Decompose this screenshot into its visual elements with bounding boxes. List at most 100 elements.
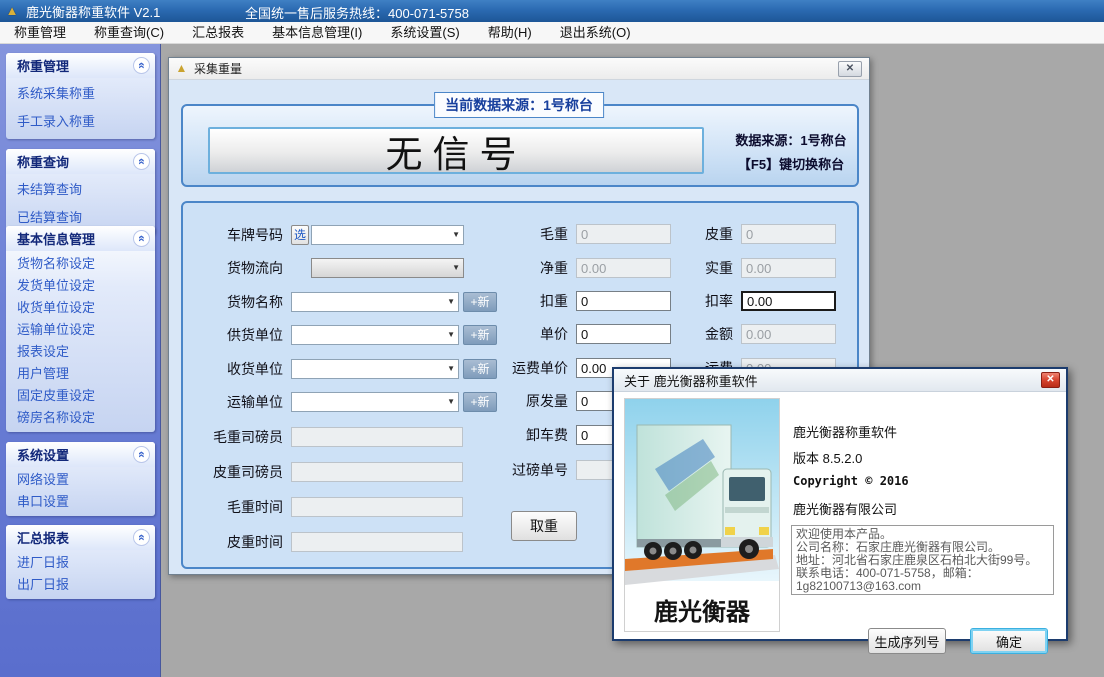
dialog-titlebar[interactable]: 关于 鹿光衡器称重软件 ✕ xyxy=(614,369,1066,392)
collapse-icon[interactable]: « xyxy=(133,153,150,170)
chevron-down-icon: ▼ xyxy=(447,330,455,339)
chevron-down-icon: ▼ xyxy=(452,263,460,272)
sidebar-item-inbound-daily[interactable]: 进厂日报 xyxy=(6,550,155,572)
ticket-number-label: 过磅单号 xyxy=(483,460,568,480)
tare-operator-field[interactable] xyxy=(291,462,463,482)
tare-operator-label: 皮重司磅员 xyxy=(183,462,283,482)
sidebar-item-unsettled-query[interactable]: 未结算查询 xyxy=(6,174,155,202)
original-qty-label: 原发量 xyxy=(483,391,568,411)
cargo-direction-row: 货物流向 ▼ xyxy=(183,257,464,279)
weight-readout: 无信号 xyxy=(208,127,704,174)
unload-fee-label: 卸车费 xyxy=(483,425,568,445)
gross-operator-row: 毛重司磅员 xyxy=(183,426,463,448)
collapse-icon[interactable]: « xyxy=(133,446,150,463)
plate-number-row: 车牌号码 选 ▼ xyxy=(183,224,464,246)
version-text: 版本 8.5.2.0 xyxy=(793,448,862,467)
supplier-label: 供货单位 xyxy=(183,325,283,345)
generate-serial-button[interactable]: 生成序列号 xyxy=(868,628,946,654)
sidebar-item-scale-house[interactable]: 磅房名称设定 xyxy=(6,405,155,427)
window-titlebar[interactable]: ▲ 采集重量 ✕ xyxy=(169,58,869,80)
group-title: 称重查询 xyxy=(17,152,133,171)
sidebar-item-transporter[interactable]: 运输单位设定 xyxy=(6,317,155,339)
net-weight-row: 净重 xyxy=(483,257,671,279)
sidebar-group-header[interactable]: 系统设置 « xyxy=(6,442,155,467)
product-name: 鹿光衡器称重软件 xyxy=(793,422,897,441)
window-close-button[interactable]: ✕ xyxy=(838,61,862,77)
tare-time-field[interactable] xyxy=(291,532,463,552)
amount-row: 金额 xyxy=(648,323,836,345)
sidebar-item-manual-weigh[interactable]: 手工录入称重 xyxy=(6,106,155,134)
menu-system-settings[interactable]: 系统设置(S) xyxy=(376,22,473,43)
sidebar-item-shipper[interactable]: 发货单位设定 xyxy=(6,273,155,295)
dialog-close-button[interactable]: ✕ xyxy=(1041,372,1060,388)
ok-button[interactable]: 确定 xyxy=(970,628,1048,654)
sidebar-group-header[interactable]: 基本信息管理 « xyxy=(6,226,155,251)
menu-exit[interactable]: 退出系统(O) xyxy=(546,22,645,43)
actual-weight-row: 实重 xyxy=(648,257,836,279)
app-logo-icon: ▲ xyxy=(4,3,20,19)
sidebar-item-fixed-tare[interactable]: 固定皮重设定 xyxy=(6,383,155,405)
gross-time-field[interactable] xyxy=(291,497,463,517)
sidebar-group-header[interactable]: 称重管理 « xyxy=(6,53,155,78)
deduct-rate-row: 扣率 xyxy=(648,290,836,312)
app-titlebar: ▲ 鹿光衡器称重软件 V2.1 全国统一售后服务热线：400-071-5758 xyxy=(0,0,1104,22)
tare-weight-label: 皮重 xyxy=(648,224,733,244)
menu-weigh-management[interactable]: 称重管理 xyxy=(0,22,80,43)
data-source-banner: 当前数据来源：1号称台 xyxy=(434,92,604,118)
transporter-combo[interactable]: ▼ xyxy=(291,392,459,412)
sidebar-group-weigh-query: 称重查询 « 未结算查询 已结算查询 xyxy=(6,149,155,235)
desktop: ▲ 鹿光衡器称重软件 V2.1 全国统一售后服务热线：400-071-5758 … xyxy=(0,0,1104,677)
sidebar-item-system-weigh[interactable]: 系统采集称重 xyxy=(6,78,155,106)
sidebar-item-outbound-daily[interactable]: 出厂日报 xyxy=(6,572,155,594)
deduct-rate-label: 扣率 xyxy=(648,291,733,311)
tare-operator-row: 皮重司磅员 xyxy=(183,461,463,483)
window-title: 采集重量 xyxy=(194,60,838,77)
supplier-row: 供货单位 ▼ +新 xyxy=(183,324,497,346)
sidebar-group-header[interactable]: 汇总报表 « xyxy=(6,525,155,550)
gross-operator-field[interactable] xyxy=(291,427,463,447)
menu-basic-info[interactable]: 基本信息管理(I) xyxy=(258,22,376,43)
sidebar-group-system-settings: 系统设置 « 网络设置 串口设置 xyxy=(6,442,155,516)
copyright-text: Copyright © 2016 xyxy=(793,474,909,488)
actual-weight-field[interactable] xyxy=(741,258,836,278)
sidebar-item-user-management[interactable]: 用户管理 xyxy=(6,361,155,383)
deduct-rate-field[interactable] xyxy=(741,291,836,311)
supplier-combo[interactable]: ▼ xyxy=(291,325,459,345)
actual-weight-label: 实重 xyxy=(648,258,733,278)
sidebar-item-cargo-name[interactable]: 货物名称设定 xyxy=(6,251,155,273)
menu-summary-report[interactable]: 汇总报表 xyxy=(178,22,258,43)
cargo-name-combo[interactable]: ▼ xyxy=(291,292,459,312)
tare-weight-field[interactable] xyxy=(741,224,836,244)
menu-weigh-query[interactable]: 称重查询(C) xyxy=(80,22,178,43)
about-dialog: 关于 鹿光衡器称重软件 ✕ xyxy=(612,367,1068,641)
sidebar-item-receiver[interactable]: 收货单位设定 xyxy=(6,295,155,317)
plate-number-combo[interactable]: ▼ xyxy=(311,225,464,245)
receiver-combo[interactable]: ▼ xyxy=(291,359,459,379)
group-title: 称重管理 xyxy=(17,56,133,75)
sidebar-group-weigh-management: 称重管理 « 系统采集称重 手工录入称重 xyxy=(6,53,155,139)
receiver-label: 收货单位 xyxy=(183,359,283,379)
take-weight-button[interactable]: 取重 xyxy=(511,511,577,541)
sidebar-item-network-settings[interactable]: 网络设置 xyxy=(6,467,155,489)
cargo-name-row: 货物名称 ▼ +新 xyxy=(183,291,497,313)
gross-weight-row: 毛重 xyxy=(483,223,671,245)
collapse-icon[interactable]: « xyxy=(133,529,150,546)
receiver-row: 收货单位 ▼ +新 xyxy=(183,358,497,380)
sidebar-group-header[interactable]: 称重查询 « xyxy=(6,149,155,174)
tare-weight-row: 皮重 xyxy=(648,223,836,245)
transporter-label: 运输单位 xyxy=(183,392,283,412)
collapse-icon[interactable]: « xyxy=(133,230,150,247)
tare-time-label: 皮重时间 xyxy=(183,532,283,552)
select-plate-button[interactable]: 选 xyxy=(291,225,309,245)
cargo-name-label: 货物名称 xyxy=(183,292,283,312)
amount-field[interactable] xyxy=(741,324,836,344)
group-title: 汇总报表 xyxy=(17,528,133,547)
group-title: 基本信息管理 xyxy=(17,229,133,248)
cargo-direction-combo[interactable]: ▼ xyxy=(311,258,464,278)
sidebar-item-report-setting[interactable]: 报表设定 xyxy=(6,339,155,361)
info-line: 1g82100713@163.com xyxy=(796,580,1049,593)
transporter-row: 运输单位 ▼ +新 xyxy=(183,391,497,413)
sidebar-item-serial-settings[interactable]: 串口设置 xyxy=(6,489,155,511)
collapse-icon[interactable]: « xyxy=(133,57,150,74)
menu-help[interactable]: 帮助(H) xyxy=(474,22,546,43)
